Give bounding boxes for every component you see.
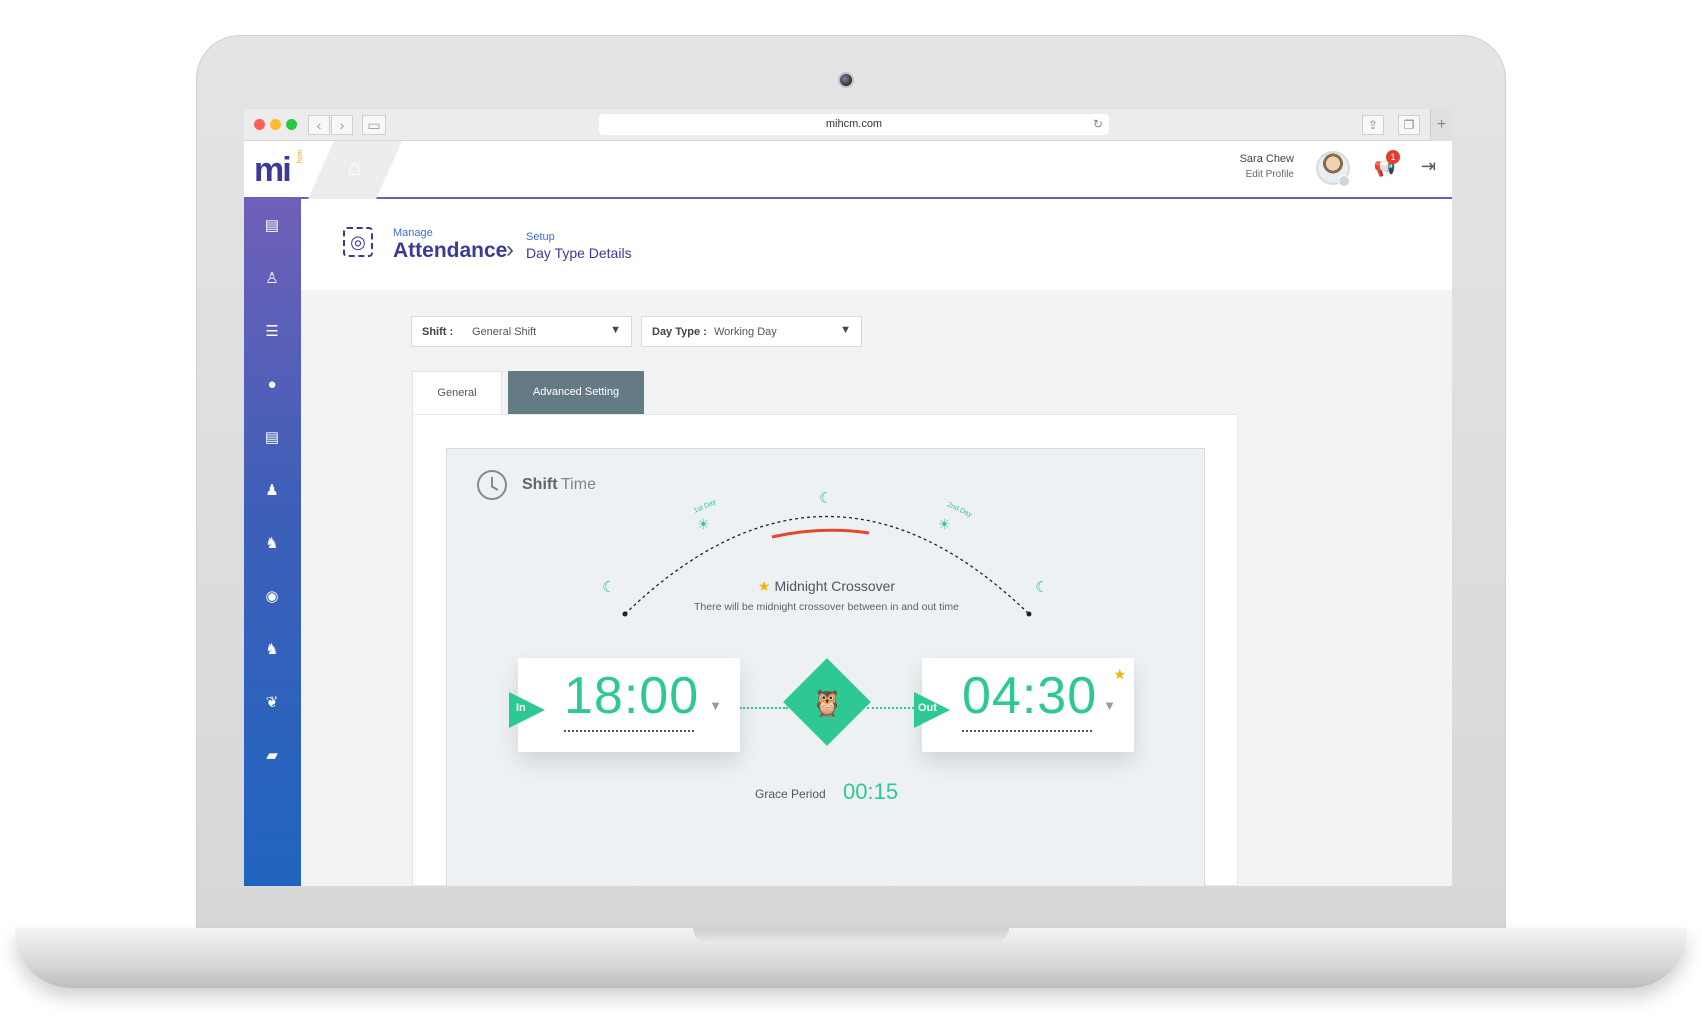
profile-icon[interactable]: ● (261, 374, 283, 396)
card-icon[interactable]: ▰ (261, 745, 283, 767)
chevron-down-icon[interactable]: ▼ (709, 698, 722, 713)
tabs-icon[interactable]: ❐ (1398, 115, 1420, 135)
logo-sub: hcm (297, 149, 305, 164)
list-icon[interactable]: ☰ (261, 321, 283, 343)
out-time-underline (962, 730, 1092, 732)
shift-label: Shift : (422, 326, 454, 338)
chevron-right-icon: › (506, 236, 514, 263)
user-name: Sara Chew (1239, 153, 1294, 165)
report-icon[interactable]: ▤ (261, 215, 283, 237)
breadcrumb-module[interactable]: Attendance (393, 239, 507, 263)
tab-panel: Shift Time 1st Day 2nd Day ☀ ☀ ☾ ☾ ☾ ★ Mi… (412, 414, 1238, 886)
forward-icon[interactable]: › (331, 115, 353, 135)
back-icon[interactable]: ‹ (308, 115, 330, 135)
tab-general[interactable]: General (412, 371, 502, 414)
employee-icon[interactable]: ♙ (261, 268, 283, 290)
browser-toolbar: ‹ › ▭ mihcm.com ↻ ⇪ ❐ + (244, 109, 1452, 141)
page-header: ◎ Manage Attendance › Setup Day Type Det… (301, 199, 1452, 290)
assign-icon[interactable]: ♞ (261, 639, 283, 661)
breadcrumb-section-prefix: Setup (526, 231, 555, 243)
minimize-window-button[interactable] (270, 119, 281, 130)
page-title: Day Type Details (526, 245, 632, 261)
logo-text: mi (254, 151, 292, 189)
shift-value: General Shift (472, 326, 537, 338)
laptop-notch (693, 928, 1009, 942)
day-type-value: Working Day (714, 326, 777, 338)
shift-select[interactable]: Shift : General Shift ▼ (411, 316, 632, 347)
user-settings-icon[interactable]: ♟ (261, 480, 283, 502)
first-day-label: 1st Day (693, 498, 718, 515)
handshake-icon[interactable]: ❦ (261, 692, 283, 714)
out-label: Out (918, 702, 937, 714)
share-icon[interactable]: ⇪ (1362, 115, 1384, 135)
tab-advanced-setting[interactable]: Advanced Setting (508, 371, 644, 414)
day-type-select[interactable]: Day Type : Working Day ▼ (641, 316, 862, 347)
fingerprint-nav-icon[interactable]: ◉ (261, 586, 283, 608)
new-tab-icon[interactable]: + (1430, 109, 1452, 141)
fingerprint-icon: ◎ (343, 227, 373, 257)
in-label: In (516, 702, 526, 714)
logo[interactable]: mi (254, 151, 292, 190)
edit-profile-link[interactable]: Edit Profile (1246, 169, 1294, 180)
camera-icon (838, 72, 854, 88)
breadcrumb-module-prefix: Manage (393, 227, 433, 239)
url-text: mihcm.com (825, 118, 883, 130)
notification-badge: 1 (1386, 150, 1400, 164)
sun-icon: ☀ (697, 517, 710, 533)
crossover-title: ★ Midnight Crossover (447, 578, 1206, 595)
chevron-down-icon: ▼ (840, 324, 851, 336)
crossover-arc: 1st Day 2nd Day ☀ ☀ ☾ ☾ ☾ (602, 489, 1048, 617)
sun-icon: ☀ (938, 517, 951, 533)
chevron-down-icon: ▼ (610, 324, 621, 336)
grace-period-label: Grace Period (755, 787, 826, 801)
crossover-description: There will be midnight crossover between… (694, 601, 959, 613)
app-header: mi hcm ⌂ Sara Chew Edit Profile 📢 1 ⇥ (244, 141, 1452, 199)
in-flag-icon (509, 692, 545, 728)
out-time-box[interactable]: 04:30 ▼ ★ (922, 658, 1134, 752)
moon-icon: ☾ (819, 489, 832, 507)
star-icon: ★ (757, 578, 771, 594)
screen: ‹ › ▭ mihcm.com ↻ ⇪ ❐ + mi hcm ⌂ Sara Ch… (244, 109, 1452, 886)
arc-midnight-segment (771, 528, 870, 539)
assign-icon[interactable]: ♞ (261, 533, 283, 555)
sidebar: ▤ ♙ ☰ ● ▤ ♟ ♞ ◉ ♞ ❦ ▰ (244, 199, 301, 886)
maximize-window-button[interactable] (286, 119, 297, 130)
home-icon: ⌂ (348, 155, 362, 180)
main-content: ◎ Manage Attendance › Setup Day Type Det… (301, 199, 1452, 886)
document-icon[interactable]: ▤ (261, 427, 283, 449)
close-window-button[interactable] (254, 119, 265, 130)
out-time-value[interactable]: 04:30 (962, 666, 1096, 726)
reload-icon[interactable]: ↻ (1093, 114, 1103, 135)
avatar-settings-icon[interactable] (1338, 175, 1350, 187)
in-time-underline (564, 730, 694, 732)
chevron-down-icon[interactable]: ▼ (1103, 698, 1116, 713)
grace-period-value[interactable]: 00:15 (843, 779, 898, 805)
sidebar-toggle-icon[interactable]: ▭ (362, 115, 386, 135)
address-bar[interactable]: mihcm.com ↻ (599, 114, 1109, 135)
shift-time-card: Shift Time 1st Day 2nd Day ☀ ☀ ☾ ☾ ☾ ★ Mi… (446, 448, 1205, 886)
in-time-value[interactable]: 18:00 (564, 666, 698, 726)
star-icon: ★ (1113, 666, 1126, 682)
crossover-title-text: Midnight Crossover (774, 578, 896, 594)
day-type-label: Day Type : (652, 326, 707, 338)
logout-icon[interactable]: ⇥ (1421, 156, 1436, 177)
home-tab[interactable]: ⌂ (308, 141, 402, 199)
connector-line (740, 707, 788, 709)
owl-icon: 🦉 (811, 688, 844, 718)
in-time-box[interactable]: 18:00 ▼ (518, 658, 740, 752)
